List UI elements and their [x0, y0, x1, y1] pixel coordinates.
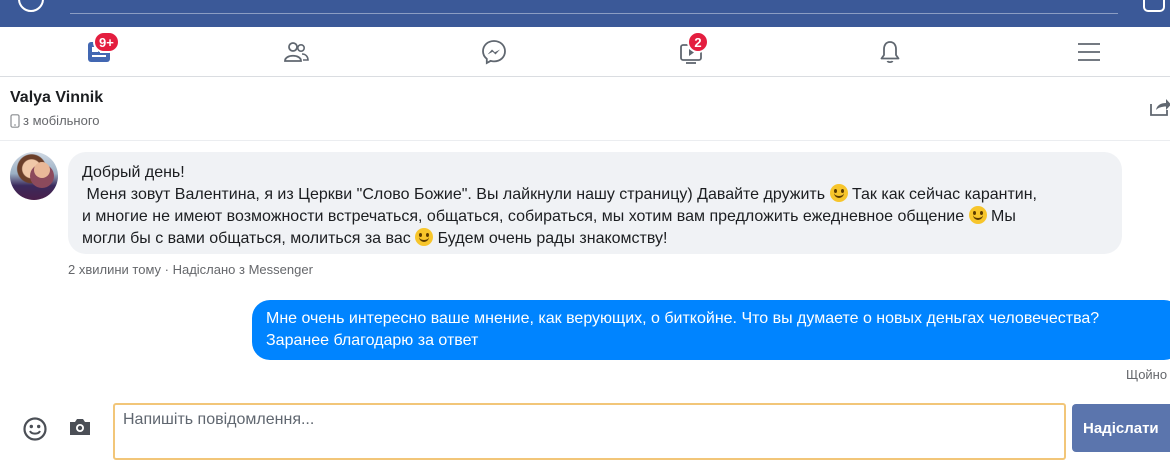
camera-button[interactable] [68, 417, 92, 442]
hamburger-menu-icon [1078, 42, 1100, 61]
incoming-message-bubble: Добрый день! Меня зовут Валентина, я из … [68, 152, 1122, 254]
nav-friends[interactable] [266, 27, 326, 76]
contact-name[interactable]: Valya Vinnik [10, 89, 103, 107]
main-nav: 9+ 2 [0, 27, 1170, 77]
message-line: Заранее благодарю за ответ [266, 332, 479, 349]
nav-news-feed[interactable]: 9+ [69, 27, 129, 76]
message-line: и многие не имеют возможности встречатьс… [82, 206, 1016, 225]
message-line: Добрый день! [82, 164, 185, 181]
smiley-emoji-icon [968, 206, 987, 224]
outgoing-message-bubble: Мне очень интересно ваше мнение, как вер… [252, 300, 1170, 360]
avatar[interactable] [10, 152, 58, 200]
share-button[interactable] [1150, 97, 1170, 122]
message-meta: 2 хвилини тому · Надіслано з Messenger [68, 262, 313, 277]
conversation-header: Valya Vinnik з мобільного [0, 77, 1170, 141]
friends-icon [284, 41, 309, 62]
smiley-emoji-icon [829, 184, 848, 202]
search-bar[interactable] [70, 13, 1118, 14]
message-line: могли бы с вами общаться, молиться за ва… [82, 228, 668, 247]
contact-status: з мобільного [10, 113, 100, 128]
message-line: Меня зовут Валентина, я из Церкви "Слово… [82, 184, 1037, 203]
send-button[interactable]: Надіслати [1072, 404, 1170, 452]
nav-messenger[interactable] [464, 27, 524, 76]
messenger-icon [482, 39, 506, 65]
top-bar [0, 0, 1170, 27]
nav-watch[interactable]: 2 [661, 27, 721, 76]
nav-menu[interactable] [1059, 27, 1119, 76]
smiley-emoji-icon [415, 228, 434, 246]
mobile-phone-icon [10, 113, 20, 128]
nav-notifications[interactable] [860, 27, 920, 76]
emoji-button[interactable] [22, 416, 48, 447]
camera-icon [70, 419, 90, 435]
profile-icon[interactable] [18, 0, 44, 12]
message-input[interactable] [113, 403, 1066, 460]
smiley-icon [23, 417, 47, 441]
message-status: Щойно [1126, 367, 1168, 382]
share-icon [1150, 99, 1170, 116]
settings-icon[interactable] [1143, 0, 1165, 12]
contact-status-text: з мобільного [23, 113, 100, 128]
notification-badge: 2 [687, 31, 709, 53]
message-line: Мне очень интересно ваше мнение, как вер… [266, 310, 1100, 327]
notification-badge: 9+ [93, 31, 120, 53]
bell-icon [880, 40, 900, 63]
